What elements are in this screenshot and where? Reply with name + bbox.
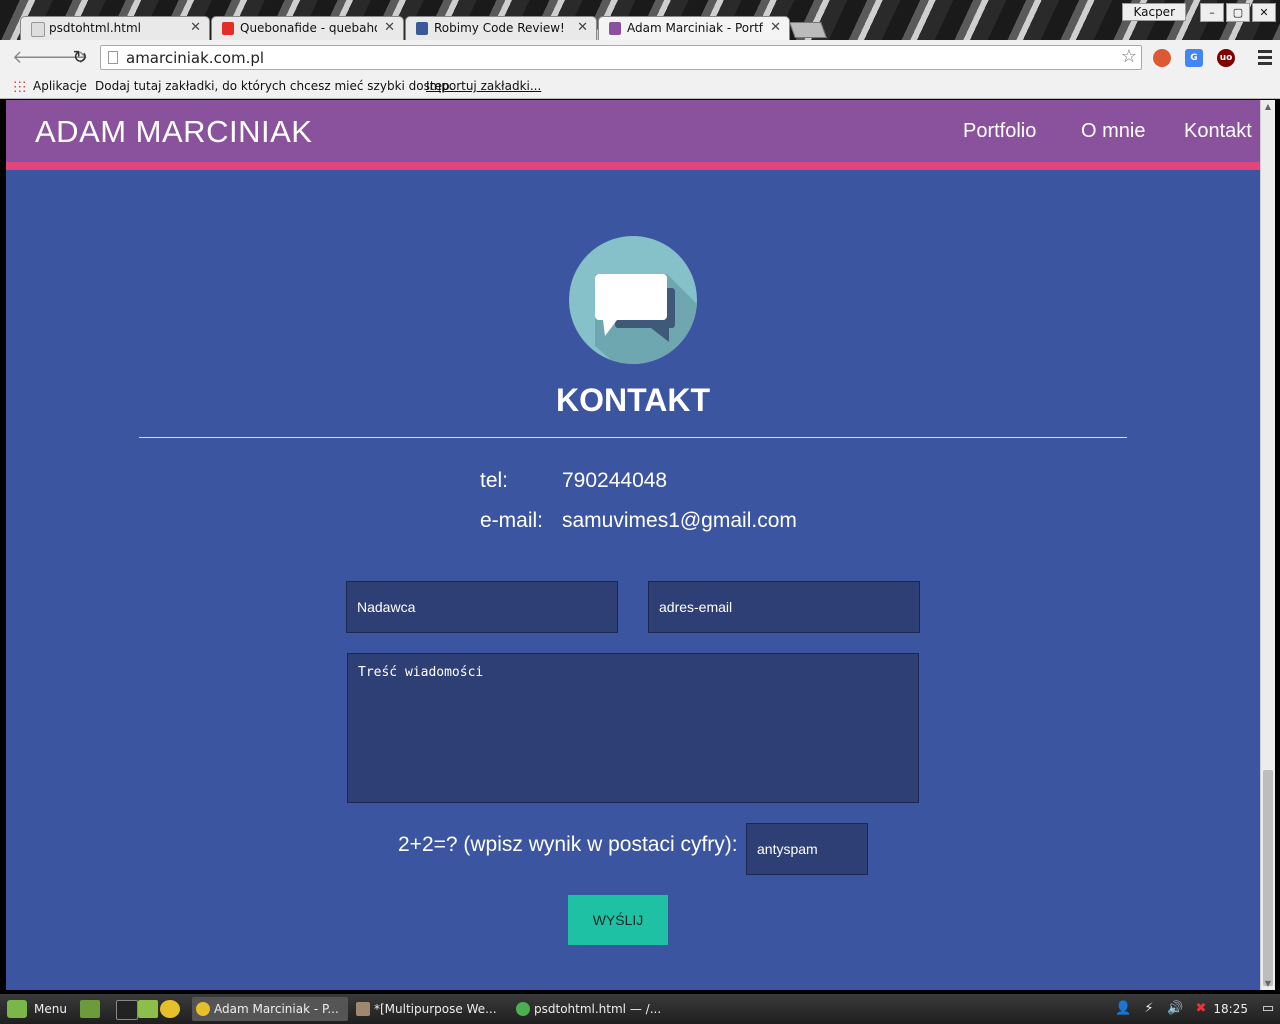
- email-label: e-mail:: [480, 509, 544, 532]
- files-icon[interactable]: [138, 1000, 158, 1018]
- page-viewport: ADAM MARCINIAK Portfolio O mnie Kontakt …: [6, 100, 1260, 990]
- site-header: ADAM MARCINIAK Portfolio O mnie Kontakt: [6, 100, 1260, 170]
- nav-o-mnie[interactable]: O mnie: [1081, 120, 1145, 143]
- volume-icon[interactable]: 🔊: [1167, 1001, 1183, 1017]
- google-translate-icon[interactable]: G: [1185, 49, 1203, 67]
- section-title: KONTAKT: [555, 382, 711, 418]
- tab-strip: psdtohtml.html ✕ Quebonafide - quebahomb…: [0, 0, 1280, 40]
- gimp-icon: [356, 1002, 370, 1016]
- user-icon[interactable]: 👤: [1115, 1001, 1131, 1017]
- tab-title: Adam Marciniak - Portfolio: [627, 21, 763, 35]
- send-button[interactable]: WYŚLIJ: [568, 895, 668, 945]
- close-icon[interactable]: ✕: [384, 20, 395, 35]
- site-favicon-icon: [609, 22, 621, 35]
- show-desktop-icon[interactable]: [80, 1000, 100, 1018]
- mint-menu-icon[interactable]: [7, 1000, 27, 1018]
- captcha-input[interactable]: antyspam: [746, 823, 868, 875]
- facebook-icon: [416, 22, 428, 35]
- update-shield-icon[interactable]: ✖: [1193, 1001, 1209, 1017]
- bookmarks-bar: Aplikacje Dodaj tutaj zakładki, do który…: [0, 76, 1280, 99]
- profile-button[interactable]: Kacper: [1122, 3, 1186, 21]
- maximize-icon[interactable]: ▢: [1226, 3, 1250, 22]
- captcha-question: 2+2=? (wpisz wynik w postaci cyfry):: [398, 833, 738, 856]
- divider: [139, 437, 1127, 438]
- hamburger-menu-icon[interactable]: [1258, 50, 1272, 68]
- minimize-icon[interactable]: –: [1200, 3, 1224, 22]
- apps-grid-icon[interactable]: [13, 80, 26, 93]
- page-icon: [108, 51, 118, 64]
- terminal-icon[interactable]: [116, 1000, 138, 1020]
- nav-kontakt[interactable]: Kontakt: [1184, 120, 1252, 143]
- close-icon[interactable]: ✕: [577, 20, 588, 35]
- task-title: Adam Marciniak - P...: [214, 1002, 339, 1016]
- tab-quebonafide[interactable]: Quebonafide - quebahombre ✕: [211, 16, 404, 40]
- email-input[interactable]: adres-email: [648, 581, 920, 633]
- close-icon[interactable]: ✕: [770, 20, 781, 35]
- scroll-down-icon[interactable]: ▼: [1261, 979, 1275, 988]
- ublock-icon[interactable]: uo: [1217, 49, 1235, 67]
- tel-label: tel:: [480, 469, 509, 492]
- message-textarea[interactable]: Treść wiadomości: [347, 653, 919, 803]
- chat-bubble-icon: [569, 236, 697, 364]
- new-tab-button[interactable]: [789, 22, 827, 38]
- tel-value: 790244048: [562, 469, 668, 492]
- sender-placeholder: Nadawca: [357, 599, 416, 615]
- clock[interactable]: 18:25: [1213, 1002, 1248, 1016]
- task-editor[interactable]: psdtohtml.html — /...: [512, 997, 668, 1021]
- chrome-icon: [196, 1002, 210, 1016]
- email-placeholder: adres-email: [659, 599, 733, 615]
- apps-link[interactable]: Aplikacje: [33, 79, 87, 93]
- bookmark-star-icon[interactable]: ☆: [1121, 46, 1137, 67]
- scroll-up-icon[interactable]: ▲: [1261, 102, 1275, 111]
- tab-psdtohtml[interactable]: psdtohtml.html ✕: [20, 16, 210, 40]
- chrome-icon[interactable]: [160, 1000, 180, 1018]
- import-bookmarks-link[interactable]: Importuj zakładki...: [426, 79, 541, 93]
- email-value: samuvimes1@gmail.com: [562, 509, 797, 532]
- youtube-icon: [222, 22, 234, 35]
- page-icon: [31, 22, 45, 37]
- tab-code-review[interactable]: Robimy Code Review! ✕: [405, 16, 597, 40]
- task-title: *[Multipurpose We...: [374, 1002, 497, 1016]
- forward-arrow-icon[interactable]: 🡒: [40, 48, 88, 68]
- tab-title: Quebonafide - quebahombre: [240, 21, 377, 35]
- page-scrollbar[interactable]: ▲ ▼: [1260, 100, 1275, 990]
- captcha-placeholder: antyspam: [757, 841, 818, 857]
- tab-title: Robimy Code Review!: [434, 21, 565, 35]
- address-bar[interactable]: amarciniak.com.pl ☆: [100, 45, 1142, 70]
- task-gimp[interactable]: *[Multipurpose We...: [352, 997, 508, 1021]
- menu-button[interactable]: Menu: [34, 1002, 67, 1016]
- duckduckgo-icon[interactable]: [1153, 49, 1171, 67]
- bookmarks-hint: Dodaj tutaj zakładki, do których chcesz …: [95, 79, 454, 93]
- site-logo[interactable]: ADAM MARCINIAK: [35, 114, 312, 150]
- sender-input[interactable]: Nadawca: [346, 581, 618, 633]
- message-placeholder: Treść wiadomości: [358, 665, 484, 680]
- url-text: amarciniak.com.pl: [126, 49, 265, 67]
- tab-adam-marciniak[interactable]: Adam Marciniak - Portfolio ✕: [598, 16, 790, 40]
- nav-portfolio[interactable]: Portfolio: [963, 120, 1036, 143]
- back-arrow-icon[interactable]: 🡐: [12, 48, 60, 68]
- tab-title: psdtohtml.html: [49, 21, 142, 35]
- task-chrome[interactable]: Adam Marciniak - P...: [192, 997, 348, 1021]
- task-title: psdtohtml.html — /...: [534, 1002, 662, 1016]
- browser-toolbar: 🡐 🡒 ↻ amarciniak.com.pl ☆ G uo: [0, 40, 1280, 77]
- close-window-icon[interactable]: ✕: [1252, 3, 1276, 22]
- close-icon[interactable]: ✕: [190, 20, 201, 35]
- editor-icon: [516, 1002, 530, 1016]
- scrollbar-thumb[interactable]: [1263, 770, 1273, 986]
- network-icon[interactable]: ⚡: [1141, 1001, 1157, 1017]
- show-desktop-tray-icon[interactable]: ▭: [1260, 1001, 1276, 1017]
- reload-icon[interactable]: ↻: [70, 48, 90, 68]
- taskbar: Menu Adam Marciniak - P... *[Multipurpos…: [0, 994, 1280, 1024]
- window-controls: Kacper – ▢ ✕: [1122, 3, 1276, 22]
